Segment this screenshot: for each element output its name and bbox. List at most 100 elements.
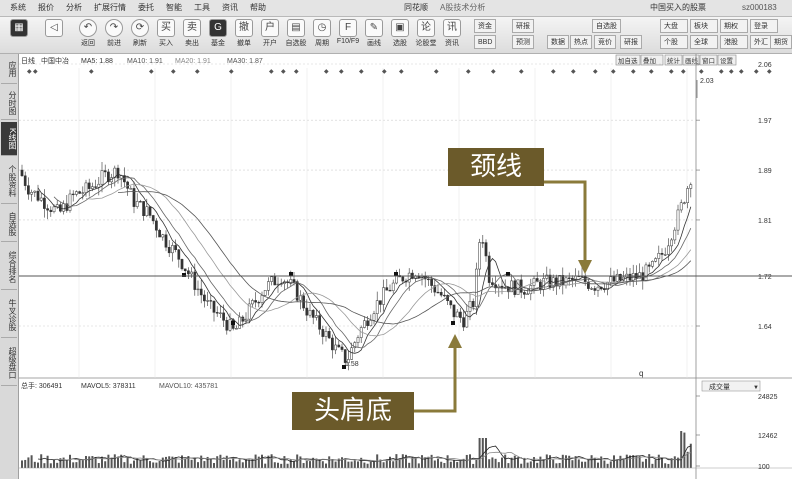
toolbar-right-button[interactable]: 期权 — [720, 19, 748, 33]
toolbar-button[interactable]: 卖卖出 — [180, 19, 204, 51]
toolbar-button[interactable]: ▤ 自选股 — [284, 19, 308, 51]
toolbar-button[interactable]: G 基金 — [206, 19, 230, 51]
menu-item[interactable]: 报价 — [32, 0, 60, 16]
event-marker-icon[interactable]: ◆ — [195, 69, 200, 75]
toolbar-right-button[interactable]: 个股 — [660, 35, 688, 49]
volume-bar — [49, 463, 52, 468]
toolbar-small-button[interactable]: 研报 — [512, 19, 534, 33]
menu-item[interactable]: 工具 — [188, 0, 216, 16]
toolbar-right-button[interactable]: 板块 — [690, 19, 718, 33]
menu-item[interactable]: 智能 — [160, 0, 188, 16]
event-marker-icon[interactable]: ◆ — [719, 69, 724, 75]
toolbar-button[interactable]: ↶ 返回 — [76, 19, 100, 51]
toolbar-button[interactable]: ◷ 周期 — [310, 19, 334, 51]
event-marker-icon[interactable]: ◆ — [767, 69, 772, 75]
sidebar-item[interactable]: 个股资料 — [1, 158, 17, 204]
event-marker-icon[interactable]: ◆ — [491, 69, 496, 75]
menu-item[interactable]: 系统 — [4, 0, 32, 16]
toolbar-button[interactable]: ⟳ 刷新 — [128, 19, 152, 51]
event-marker-icon[interactable]: ◆ — [294, 69, 299, 75]
event-marker-icon[interactable]: ◆ — [466, 69, 471, 75]
event-marker-icon[interactable]: ◆ — [89, 69, 94, 75]
toolbar-right-button[interactable]: 期货 — [770, 35, 792, 49]
event-marker-icon[interactable]: ◆ — [571, 69, 576, 75]
event-marker-icon[interactable]: ◆ — [229, 69, 234, 75]
event-marker-icon[interactable]: ◆ — [269, 69, 274, 75]
toolbar-button[interactable]: ◁ — [42, 19, 66, 51]
event-marker-icon[interactable]: ◆ — [551, 69, 556, 75]
menu-item[interactable]: 分析 — [60, 0, 88, 16]
menu-item[interactable]: 资讯 — [216, 0, 244, 16]
sidebar-item[interactable]: 牛叉诊股 — [1, 292, 17, 338]
toolbar-button[interactable]: 买买入 — [154, 19, 178, 51]
event-marker-icon[interactable]: ◆ — [519, 69, 524, 75]
toolbar-small-button[interactable]: 预测 — [512, 35, 534, 49]
menu-item[interactable]: 委托 — [132, 0, 160, 16]
sidebar-item[interactable]: K线图 — [1, 122, 17, 156]
event-marker-icon[interactable]: ◆ — [359, 69, 364, 75]
toolbar-small-button[interactable]: 数据 — [547, 35, 569, 49]
toolbar-button[interactable]: ✎ 画线 — [362, 19, 386, 51]
event-marker-icon[interactable]: ◆ — [149, 69, 154, 75]
menu-item[interactable]: 帮助 — [244, 0, 272, 16]
toolbar-small-button[interactable]: 资金 — [474, 19, 496, 33]
event-marker-icon[interactable]: ◆ — [339, 69, 344, 75]
toolbar-button[interactable]: 户开户 — [258, 19, 282, 51]
event-marker-icon[interactable]: ◆ — [281, 69, 286, 75]
toolbar-right-button[interactable]: 登录 — [750, 19, 778, 33]
event-marker-icon[interactable]: ◆ — [593, 69, 598, 75]
event-marker-icon[interactable]: ◆ — [631, 69, 636, 75]
candle-body — [388, 289, 392, 292]
toolbar-small-button[interactable]: 竞价 — [594, 35, 616, 49]
event-marker-icon[interactable]: ◆ — [611, 69, 616, 75]
volume-bar — [232, 457, 235, 468]
candle-body — [190, 271, 193, 275]
volume-bar — [606, 463, 609, 468]
volume-bar — [334, 461, 337, 468]
menubar-right-text: 中国买入的股票 — [650, 3, 706, 12]
toolbar-small-button[interactable]: 热点 — [570, 35, 592, 49]
candle-body — [596, 286, 600, 291]
sidebar-item[interactable]: 自选股 — [1, 206, 17, 242]
toolbar-right-button[interactable]: 全球 — [690, 35, 718, 49]
toolbar-button[interactable]: 撤撤单 — [232, 19, 256, 51]
window-icon: ▦ — [10, 19, 28, 37]
toolbar-button[interactable]: 讯资讯 — [440, 19, 464, 51]
toolbar-small-button[interactable]: BBD — [474, 35, 497, 49]
volume-bar — [395, 454, 398, 468]
menu-item[interactable]: 扩展行情 — [88, 0, 132, 16]
volume-bar — [584, 461, 587, 468]
event-marker-icon[interactable]: ◆ — [382, 69, 387, 75]
event-marker-icon[interactable]: ◆ — [739, 69, 744, 75]
event-marker-icon[interactable]: ◆ — [324, 69, 329, 75]
toolbar-button[interactable]: ↷ 前进 — [102, 19, 126, 51]
volume-bar — [75, 462, 78, 468]
toolbar-small-button[interactable]: 研报 — [620, 35, 642, 49]
event-marker-icon[interactable]: ◆ — [754, 69, 759, 75]
toolbar-button[interactable]: F F10/F9 — [336, 19, 360, 51]
sidebar-item[interactable]: 综合排名 — [1, 244, 17, 290]
event-marker-icon[interactable]: ◆ — [729, 69, 734, 75]
event-marker-icon[interactable]: ◆ — [681, 69, 686, 75]
event-marker-icon[interactable]: ◆ — [399, 69, 404, 75]
toolbar-right-button[interactable]: 港股 — [720, 35, 748, 49]
event-marker-icon[interactable]: ◆ — [33, 69, 38, 75]
toolbar-right-button[interactable]: 大盘 — [660, 19, 688, 33]
toolbar-button[interactable]: ▣ 选股 — [388, 19, 412, 51]
event-marker-icon[interactable]: ◆ — [171, 69, 176, 75]
toolbar-small-button[interactable]: 自选股 — [592, 19, 621, 33]
menu-list: 系统 报价 分析 扩展行情 委托 智能 工具 资讯 帮助 — [4, 0, 272, 16]
sidebar-item[interactable]: 应用 — [1, 54, 17, 84]
sidebar-item[interactable]: 超级盘口 — [1, 340, 17, 386]
event-marker-icon[interactable]: ◆ — [27, 69, 32, 75]
candle-body — [462, 317, 465, 328]
toolbar-button[interactable]: 论论股堂 — [414, 19, 438, 51]
event-marker-icon[interactable]: ◆ — [434, 69, 439, 75]
toolbar-button[interactable]: ▦ — [6, 19, 32, 51]
volume-bar — [62, 457, 65, 468]
event-marker-icon[interactable]: ◆ — [699, 69, 704, 75]
sidebar-item[interactable]: 分时图 — [1, 86, 17, 120]
event-marker-icon[interactable]: ◆ — [649, 69, 654, 75]
event-marker-icon[interactable]: ◆ — [669, 69, 674, 75]
volume-bar — [472, 463, 475, 468]
